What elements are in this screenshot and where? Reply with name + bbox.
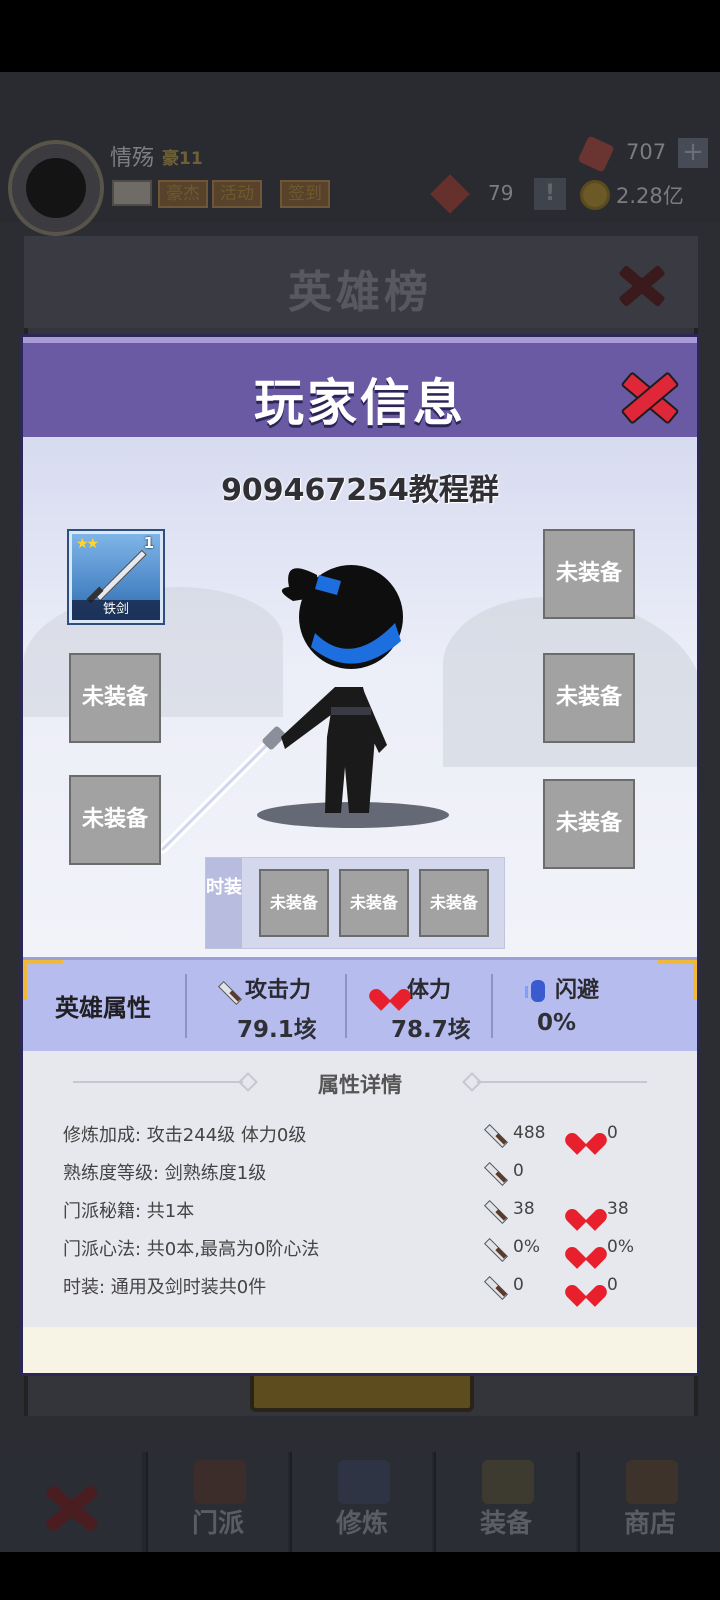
nav-shop-label: 商店: [623, 1509, 676, 1539]
attack-header: 攻击力: [215, 972, 311, 1004]
token-count: 79: [488, 181, 514, 205]
heart-icon: [573, 1275, 599, 1299]
gem-count: 707: [626, 140, 667, 164]
sword-icon: [481, 1197, 507, 1223]
mindset-attack: 0%: [513, 1237, 540, 1257]
avatar-head-icon: [26, 158, 86, 218]
fashion-stamina: 0: [607, 1275, 618, 1295]
close-icon[interactable]: [617, 365, 679, 427]
divider: [345, 974, 347, 1038]
coin-count: 2.28亿: [616, 184, 684, 208]
divider: [477, 1081, 647, 1083]
heart-icon: [377, 979, 403, 1003]
fashion-slot-3[interactable]: 未装备: [419, 869, 489, 937]
nav-train-label: 修炼: [335, 1509, 388, 1539]
divider: [491, 974, 493, 1038]
sword-icon: [481, 1273, 507, 1299]
equip-slot-right-3[interactable]: 未装备: [543, 779, 635, 869]
manuals-stamina: 38: [607, 1199, 629, 1219]
equipment-icon: [482, 1460, 534, 1504]
dialog-header: 玩家信息: [23, 337, 697, 437]
sword-icon: [481, 1159, 507, 1185]
dodge-label: 闪避: [555, 978, 600, 1003]
stamina-header: 体力: [377, 972, 451, 1004]
events-button[interactable]: 活动: [212, 180, 262, 208]
character-display: 909467254教程群 ★★ 1 铁剑 未装备 未装备 未装备 未装备 未装备: [23, 437, 697, 957]
status-bar: [0, 0, 720, 72]
equip-slot-left-3[interactable]: 未装备: [69, 775, 161, 865]
player-info-dialog: 玩家信息 909467254教程群 ★★ 1 铁剑 未装备 未装备 未装备 未装…: [20, 334, 700, 1376]
weapon-level: 1: [143, 534, 154, 552]
stamina-label: 体力: [407, 978, 452, 1003]
attribute-details: 属性详情 修炼加成: 攻击244级 体力0级 488 0 熟练度等级: 剑熟练度…: [23, 1051, 697, 1327]
sword-icon: [481, 1235, 507, 1261]
training-stamina: 0: [607, 1123, 618, 1143]
proficiency-attack: 0: [513, 1161, 524, 1181]
stamina-value: 78.7垓: [391, 1017, 471, 1043]
star-icon: ★★: [76, 536, 99, 552]
fashion-slot-1[interactable]: 未装备: [259, 869, 329, 937]
nav-close-icon[interactable]: [40, 1476, 104, 1540]
sword-icon: [481, 1121, 507, 1147]
heart-icon: [573, 1237, 599, 1261]
weapon-slot[interactable]: ★★ 1 铁剑: [69, 531, 163, 623]
training-attack: 488: [513, 1123, 546, 1143]
detail-row-training: 修炼加成: 攻击244级 体力0级: [63, 1125, 307, 1146]
weapon-name: 铁剑: [72, 600, 160, 620]
nav-sect-label: 门派: [191, 1509, 244, 1539]
attack-value: 79.1垓: [237, 1017, 317, 1043]
dodge-header: 闪避: [525, 972, 599, 1004]
leaderboard-close-icon[interactable]: [612, 256, 672, 316]
corner-ornament-right: [657, 960, 697, 1000]
attack-label: 攻击力: [245, 978, 312, 1003]
equip-slot-left-2[interactable]: 未装备: [69, 653, 161, 743]
nav-sect-tab[interactable]: 门派: [146, 1452, 288, 1552]
nav-equip-label: 装备: [479, 1509, 532, 1539]
detail-row-proficiency: 熟练度等级: 剑熟练度1级: [63, 1163, 267, 1184]
shop-icon: [626, 1460, 678, 1504]
sect-icon: [194, 1460, 246, 1504]
manuals-attack: 38: [513, 1199, 535, 1219]
dodge-value: 0%: [537, 1010, 577, 1036]
sword-icon: [215, 978, 241, 1004]
mindset-stamina: 0%: [607, 1237, 634, 1257]
nav-equip-tab[interactable]: 装备: [434, 1452, 576, 1552]
hero-attributes: 英雄属性 攻击力 79.1垓 体力 78.7垓 闪避 0%: [23, 957, 697, 1051]
checkin-button[interactable]: 签到: [280, 180, 330, 208]
nav-shop-tab[interactable]: 商店: [578, 1452, 720, 1552]
heart-icon: [573, 1123, 599, 1147]
detail-row-mindset: 门派心法: 共0本,最高为0阶心法: [63, 1239, 320, 1260]
fashion-label: 时装: [206, 858, 242, 948]
sword-icon: [95, 549, 147, 602]
divider: [185, 974, 187, 1038]
attributes-title: 英雄属性: [55, 994, 151, 1022]
equip-slot-right-1[interactable]: 未装备: [543, 529, 635, 619]
hud-player-name: 情殇: [110, 146, 155, 171]
fashion-slot-2[interactable]: 未装备: [339, 869, 409, 937]
heroes-button[interactable]: 豪杰: [158, 180, 208, 208]
equip-slot-right-2[interactable]: 未装备: [543, 653, 635, 743]
heart-icon: [573, 1199, 599, 1223]
detail-row-fashion: 时装: 通用及剑时装共0件: [63, 1277, 267, 1298]
scroll-icon: [338, 1460, 390, 1504]
fashion-attack: 0: [513, 1275, 524, 1295]
notice-button[interactable]: !: [534, 178, 566, 210]
mail-icon[interactable]: [112, 180, 152, 206]
dialog-footer: [23, 1327, 697, 1373]
system-nav-bar: [0, 1552, 720, 1600]
dodge-icon: [525, 978, 551, 1004]
fashion-bar: 时装 未装备 未装备 未装备: [205, 857, 505, 949]
dialog-title: 玩家信息: [254, 374, 466, 432]
hud-player-rank: 豪11: [162, 149, 203, 169]
coin-icon: [580, 180, 610, 210]
add-gems-button[interactable]: +: [678, 138, 708, 168]
detail-row-manuals: 门派秘籍: 共1本: [63, 1201, 195, 1222]
details-title: 属性详情: [318, 1073, 402, 1097]
nav-train-tab[interactable]: 修炼: [290, 1452, 432, 1552]
